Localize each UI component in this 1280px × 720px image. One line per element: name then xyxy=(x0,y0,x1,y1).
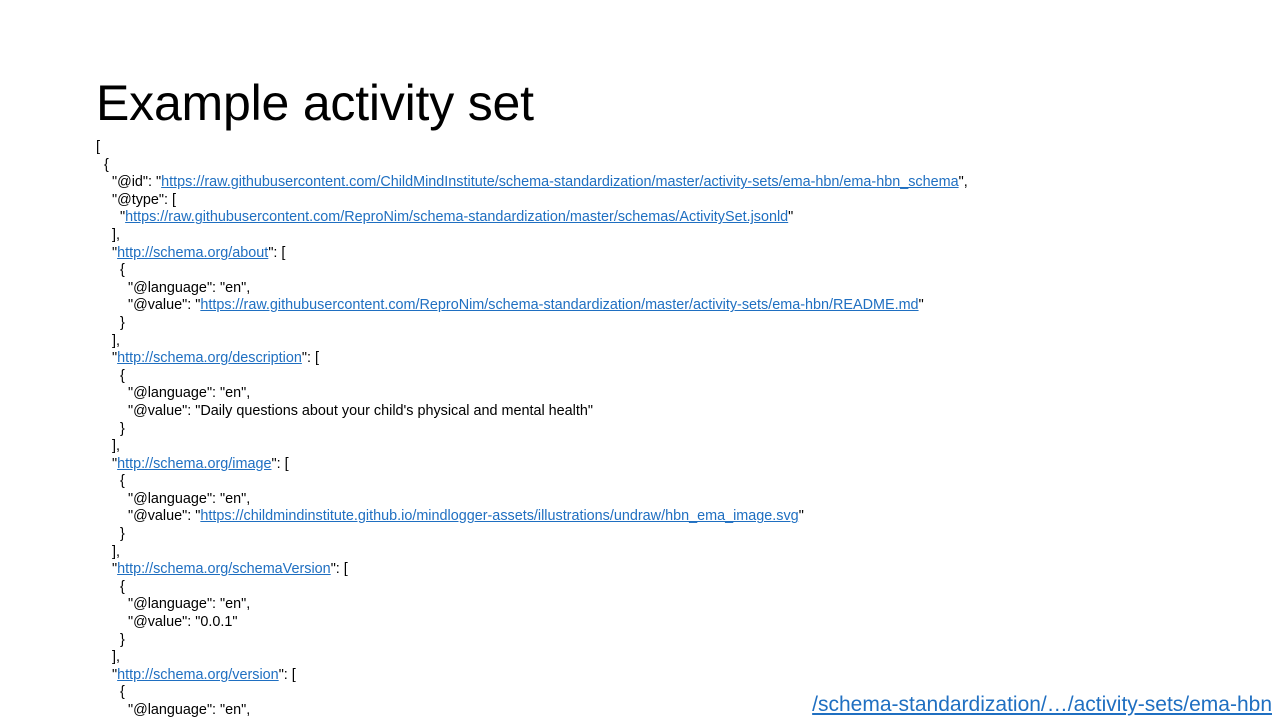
code-text: ": [ xyxy=(278,666,296,683)
code-line: ], xyxy=(96,649,1256,667)
code-text: "@language": "en", xyxy=(128,385,251,402)
code-text: ], xyxy=(112,226,120,243)
code-line: "@language": "en", xyxy=(96,385,1256,403)
code-text: { xyxy=(120,473,125,490)
code-hyperlink[interactable]: http://schema.org/schemaVersion xyxy=(117,561,331,577)
code-line: "@language": "en", xyxy=(96,596,1256,614)
code-line: "https://raw.githubusercontent.com/Repro… xyxy=(96,209,1256,227)
code-text: [ xyxy=(96,139,100,155)
code-hyperlink[interactable]: http://schema.org/about xyxy=(117,245,268,261)
code-line: ], xyxy=(96,333,1256,351)
code-line: } xyxy=(96,632,1256,650)
code-line: "@language": "en", xyxy=(96,280,1256,298)
code-text: "@language": "en", xyxy=(128,279,251,296)
code-text: ], xyxy=(112,438,120,455)
code-line: "@type": [ xyxy=(96,192,1256,210)
code-text: { xyxy=(104,156,109,173)
code-hyperlink[interactable]: https://raw.githubusercontent.com/ReproN… xyxy=(125,209,788,225)
code-hyperlink[interactable]: https://raw.githubusercontent.com/ReproN… xyxy=(200,297,918,313)
code-line: "http://schema.org/about": [ xyxy=(96,245,1256,263)
code-text: ], xyxy=(112,332,120,349)
code-line: "@language": "en", xyxy=(96,491,1256,509)
code-line: "@value": "https://raw.githubusercontent… xyxy=(96,297,1256,315)
code-text: "@value": "0.0.1" xyxy=(128,614,238,631)
code-text: ": [ xyxy=(268,244,286,261)
code-line: } xyxy=(96,526,1256,544)
code-line: { xyxy=(96,262,1256,280)
code-line: ], xyxy=(96,227,1256,245)
code-text: "@value": " xyxy=(128,508,201,525)
code-hyperlink[interactable]: https://raw.githubusercontent.com/ChildM… xyxy=(161,174,958,190)
code-line: "http://schema.org/schemaVersion": [ xyxy=(96,561,1256,579)
code-text: "@value": " xyxy=(128,297,201,314)
code-text: ": [ xyxy=(330,561,348,578)
code-text: ], xyxy=(112,543,120,560)
code-text: "@value": "Daily questions about your ch… xyxy=(128,402,593,419)
code-line: { xyxy=(96,157,1256,175)
code-line: "@value": "https://childmindinstitute.gi… xyxy=(96,508,1256,526)
code-text: "@id": " xyxy=(112,174,162,191)
code-text: } xyxy=(120,526,125,543)
code-line: } xyxy=(96,421,1256,439)
code-text: "@type": [ xyxy=(112,191,177,208)
code-text: ": [ xyxy=(271,455,289,472)
code-hyperlink[interactable]: http://schema.org/image xyxy=(117,456,271,472)
code-hyperlink[interactable]: https://childmindinstitute.github.io/min… xyxy=(200,508,798,524)
code-line: "http://schema.org/version": [ xyxy=(96,667,1256,685)
code-text: " xyxy=(918,297,924,314)
code-text: } xyxy=(120,631,125,648)
footer-repository-link[interactable]: /schema-standardization/…/activity-sets/… xyxy=(812,692,1272,718)
code-text: ": [ xyxy=(301,350,319,367)
code-line: "@value": "0.0.1" xyxy=(96,614,1256,632)
code-text: ", xyxy=(958,174,968,191)
code-line: { xyxy=(96,579,1256,597)
code-line: "http://schema.org/description": [ xyxy=(96,350,1256,368)
code-text: ], xyxy=(112,649,120,666)
code-line: [ xyxy=(96,139,1256,157)
code-line: "@id": "https://raw.githubusercontent.co… xyxy=(96,174,1256,192)
code-text: } xyxy=(120,314,125,331)
code-hyperlink[interactable]: http://schema.org/version xyxy=(117,667,279,683)
slide: Example activity set [ { "@id": "https:/… xyxy=(0,0,1280,720)
code-text: " xyxy=(798,508,804,525)
code-text: " xyxy=(788,209,794,226)
code-line: } xyxy=(96,315,1256,333)
code-line: { xyxy=(96,473,1256,491)
page-title: Example activity set xyxy=(96,75,534,131)
code-line: "http://schema.org/image": [ xyxy=(96,456,1256,474)
code-text: { xyxy=(120,367,125,384)
code-text: } xyxy=(120,420,125,437)
json-code-block: [ { "@id": "https://raw.githubuserconten… xyxy=(96,139,1256,720)
code-text: "@language": "en", xyxy=(128,596,251,613)
code-line: { xyxy=(96,368,1256,386)
code-hyperlink[interactable]: http://schema.org/description xyxy=(117,350,302,366)
code-text: { xyxy=(120,684,125,701)
code-line: ], xyxy=(96,438,1256,456)
code-text: { xyxy=(120,262,125,279)
code-text: { xyxy=(120,578,125,595)
code-text: "@language": "en", xyxy=(128,702,251,718)
code-text: "@language": "en", xyxy=(128,490,251,507)
code-line: "@value": "Daily questions about your ch… xyxy=(96,403,1256,421)
code-line: ], xyxy=(96,544,1256,562)
